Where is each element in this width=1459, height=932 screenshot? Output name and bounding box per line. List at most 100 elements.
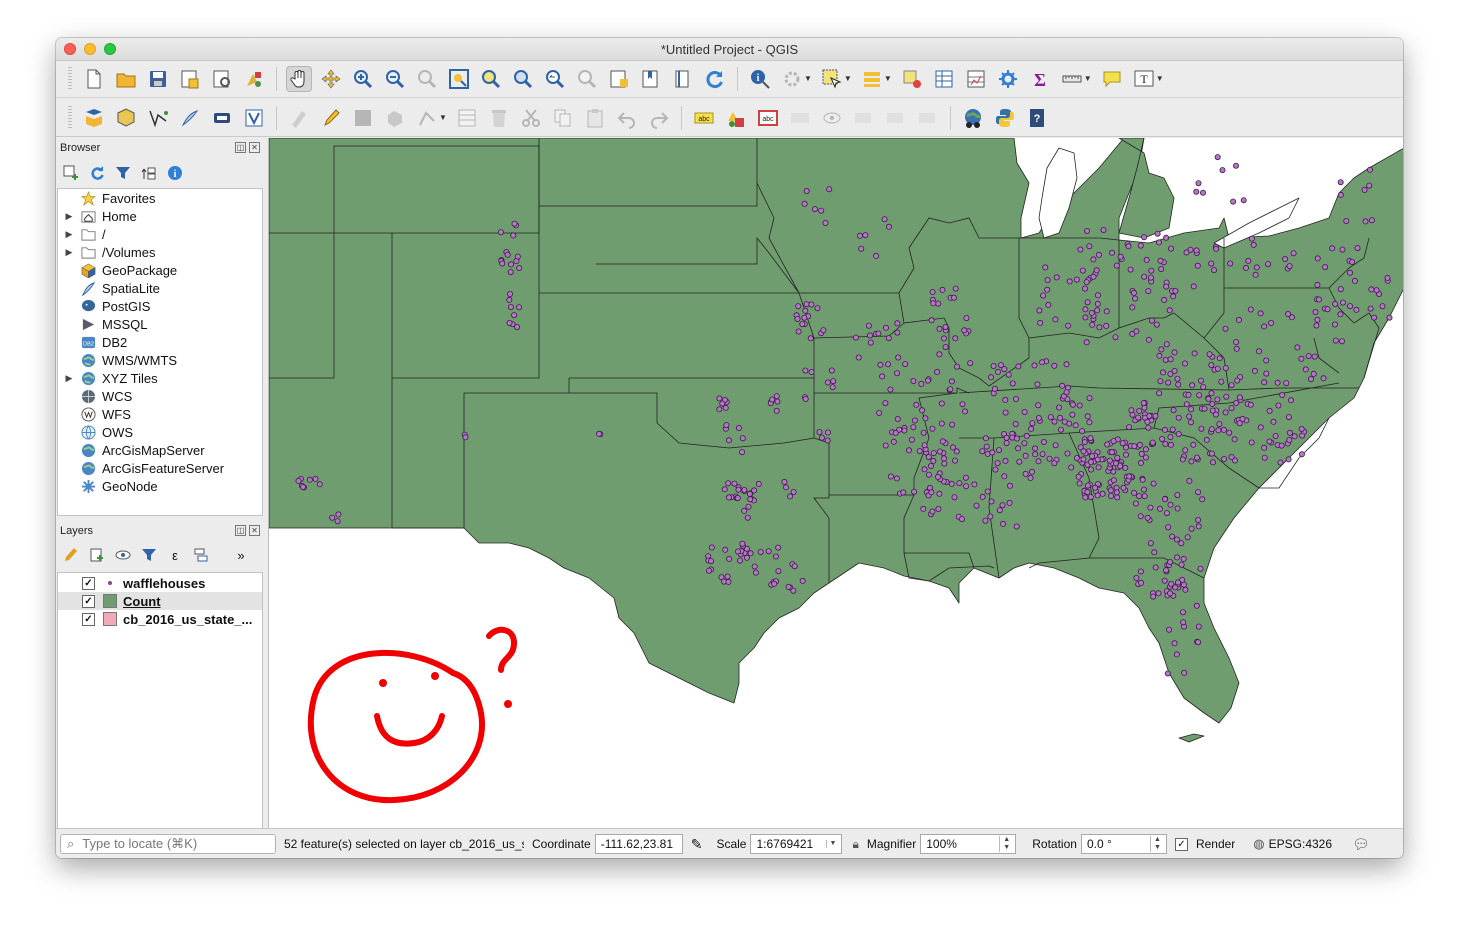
wafflehouse-point[interactable]: [1141, 273, 1148, 280]
wafflehouse-point[interactable]: [1072, 422, 1079, 429]
wafflehouse-point[interactable]: [994, 460, 1001, 467]
measure-dropdown-icon[interactable]: ▼: [1084, 74, 1092, 83]
wafflehouse-point[interactable]: [1103, 308, 1110, 315]
wafflehouse-point[interactable]: [1314, 255, 1321, 262]
wafflehouse-point[interactable]: [1172, 584, 1179, 591]
wafflehouse-point[interactable]: [1068, 464, 1075, 471]
run-action-dropdown-icon[interactable]: ▼: [804, 74, 812, 83]
wafflehouse-point[interactable]: [1208, 361, 1215, 368]
wafflehouse-point[interactable]: [1022, 452, 1029, 459]
wafflehouse-point[interactable]: [920, 505, 927, 512]
wafflehouse-point[interactable]: [1119, 440, 1126, 447]
wafflehouse-point[interactable]: [1298, 451, 1305, 458]
wafflehouse-point[interactable]: [984, 488, 991, 495]
wafflehouse-point[interactable]: [1137, 513, 1144, 520]
wafflehouse-point[interactable]: [1247, 306, 1254, 313]
wafflehouse-point[interactable]: [808, 368, 815, 375]
wafflehouse-point[interactable]: [1184, 534, 1191, 541]
wafflehouse-point[interactable]: [1113, 460, 1120, 467]
wafflehouse-point[interactable]: [1193, 247, 1200, 254]
wafflehouse-point[interactable]: [734, 548, 741, 555]
wafflehouse-point[interactable]: [1362, 218, 1369, 225]
wafflehouse-point[interactable]: [1183, 401, 1190, 408]
wafflehouse-point[interactable]: [1132, 500, 1139, 507]
wafflehouse-point[interactable]: [867, 339, 874, 346]
wafflehouse-point[interactable]: [824, 437, 831, 444]
wafflehouse-point[interactable]: [1209, 407, 1216, 414]
wafflehouse-point[interactable]: [1167, 433, 1174, 440]
wafflehouse-point[interactable]: [954, 363, 961, 370]
wafflehouse-point[interactable]: [930, 300, 937, 307]
wafflehouse-point[interactable]: [1044, 276, 1051, 283]
wafflehouse-point[interactable]: [938, 400, 945, 407]
wafflehouse-point[interactable]: [1144, 514, 1151, 521]
wafflehouse-point[interactable]: [1120, 484, 1127, 491]
show-bookmarks-icon[interactable]: [638, 66, 664, 92]
wafflehouse-point[interactable]: [1063, 389, 1070, 396]
wafflehouse-point[interactable]: [1152, 564, 1159, 571]
wafflehouse-point[interactable]: [1103, 322, 1110, 329]
undo-icon[interactable]: [614, 105, 640, 131]
wafflehouse-point[interactable]: [1186, 477, 1193, 484]
browser-item[interactable]: GeoNode: [58, 477, 158, 495]
wafflehouse-point[interactable]: [979, 448, 986, 455]
wafflehouse-point[interactable]: [1069, 401, 1076, 408]
browser-item[interactable]: ▶ /Volumes: [58, 243, 156, 261]
wafflehouse-point[interactable]: [1366, 182, 1373, 189]
wafflehouse-point[interactable]: [1379, 303, 1386, 310]
wafflehouse-point[interactable]: [1141, 493, 1148, 500]
wafflehouse-point[interactable]: [1084, 488, 1091, 495]
wafflehouse-point[interactable]: [1063, 361, 1070, 368]
wafflehouse-point[interactable]: [1045, 301, 1052, 308]
wafflehouse-point[interactable]: [1188, 406, 1195, 413]
wafflehouse-point[interactable]: [1164, 670, 1171, 677]
wafflehouse-point[interactable]: [802, 307, 809, 314]
wafflehouse-point[interactable]: [936, 351, 943, 358]
wafflehouse-point[interactable]: [1000, 520, 1007, 527]
wafflehouse-point[interactable]: [1003, 434, 1010, 441]
map-tips-icon[interactable]: [1099, 66, 1125, 92]
wafflehouse-point[interactable]: [1090, 256, 1097, 263]
wafflehouse-point[interactable]: [1015, 363, 1022, 370]
wafflehouse-point[interactable]: [1227, 260, 1234, 267]
wafflehouse-point[interactable]: [1136, 441, 1143, 448]
wafflehouse-point[interactable]: [506, 290, 513, 297]
wafflehouse-point[interactable]: [1104, 441, 1111, 448]
layer-row-count[interactable]: ✓ Count: [58, 592, 262, 610]
wafflehouse-point[interactable]: [708, 558, 715, 565]
wafflehouse-point[interactable]: [1199, 496, 1206, 503]
wafflehouse-point[interactable]: [963, 315, 970, 322]
chevron-down-icon[interactable]: ▼: [825, 840, 836, 848]
wafflehouse-point[interactable]: [1203, 436, 1210, 443]
wafflehouse-point[interactable]: [1031, 362, 1038, 369]
messages-icon[interactable]: 💬︎: [1352, 836, 1370, 853]
wafflehouse-point[interactable]: [511, 312, 518, 319]
wafflehouse-point[interactable]: [1073, 276, 1080, 283]
wafflehouse-point[interactable]: [867, 332, 874, 339]
wafflehouse-point[interactable]: [959, 401, 966, 408]
wafflehouse-point[interactable]: [1094, 456, 1101, 463]
wafflehouse-point[interactable]: [826, 186, 833, 193]
wafflehouse-point[interactable]: [885, 223, 892, 230]
wafflehouse-point[interactable]: [1096, 324, 1103, 331]
temporal-controller-icon[interactable]: [670, 66, 696, 92]
wafflehouse-point[interactable]: [794, 315, 801, 322]
wafflehouse-point[interactable]: [1216, 421, 1223, 428]
wafflehouse-point[interactable]: [1188, 525, 1195, 532]
wafflehouse-point[interactable]: [1253, 264, 1260, 271]
crs-globe-icon[interactable]: ◍: [1253, 836, 1264, 852]
wafflehouse-point[interactable]: [1044, 286, 1051, 293]
wafflehouse-point[interactable]: [1131, 443, 1138, 450]
wafflehouse-point[interactable]: [1329, 245, 1336, 252]
browser-item[interactable]: WFS: [58, 405, 131, 423]
wafflehouse-point[interactable]: [1179, 456, 1186, 463]
wafflehouse-point[interactable]: [723, 422, 730, 429]
new-virtual-layer-icon[interactable]: [241, 105, 267, 131]
wafflehouse-point[interactable]: [1138, 450, 1145, 457]
wafflehouse-point[interactable]: [790, 488, 797, 495]
wafflehouse-point[interactable]: [751, 487, 758, 494]
wafflehouse-point[interactable]: [1175, 381, 1182, 388]
wafflehouse-point[interactable]: [895, 354, 902, 361]
wafflehouse-point[interactable]: [1263, 370, 1270, 377]
tree-expander-icon[interactable]: ▶: [64, 373, 74, 384]
